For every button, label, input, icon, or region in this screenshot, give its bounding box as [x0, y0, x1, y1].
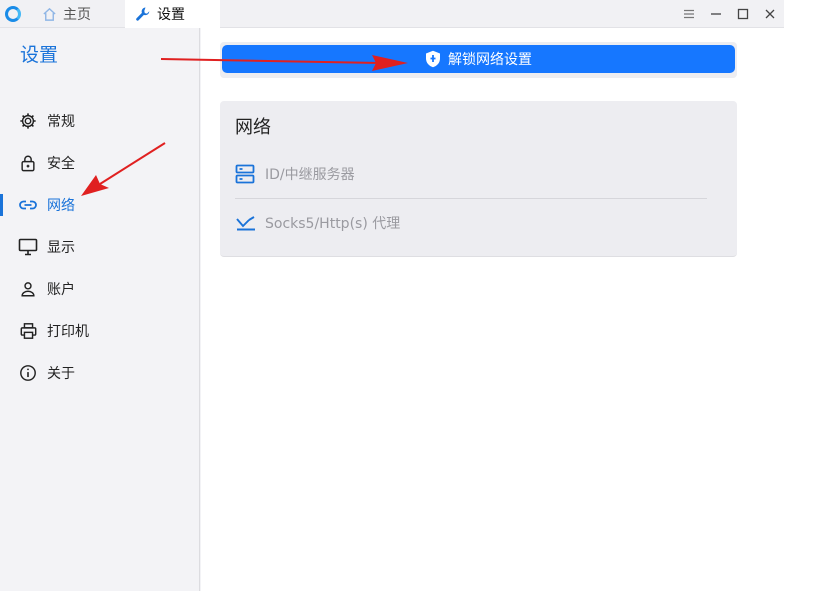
menu-icon[interactable]: [679, 4, 699, 24]
sidebar-item-printer[interactable]: 打印机: [0, 314, 199, 348]
sidebar-item-account[interactable]: 账户: [0, 272, 199, 306]
network-card: 网络 ID/中继服务器 Socks5/Http(s) 代理: [220, 101, 737, 257]
main-panel: 解锁网络设置 网络 ID/中继服务器 Socks5/Http(s) 代理: [201, 28, 784, 591]
wrench-icon: [136, 7, 150, 21]
sidebar-item-label: 显示: [47, 240, 75, 256]
gear-icon: [18, 111, 38, 131]
app-logo-icon: [5, 6, 21, 22]
app-window: 主页 设置 设置 常规 安全 网络 显示 账户 打印机 关于 解锁网络设置 网络…: [0, 0, 784, 591]
id-relay-server-item[interactable]: ID/中继服务器: [235, 159, 707, 189]
title-bar: 主页 设置: [0, 0, 784, 28]
unlock-button-label: 解锁网络设置: [448, 52, 532, 68]
maximize-icon[interactable]: [733, 4, 753, 24]
home-icon: [43, 7, 56, 21]
tab-home[interactable]: 主页: [32, 0, 122, 28]
shield-icon: [426, 50, 440, 68]
sidebar-item-label: 关于: [47, 366, 75, 382]
sidebar-item-label: 打印机: [47, 324, 89, 340]
sidebar-title: 设置: [20, 44, 59, 66]
unlock-network-settings-button[interactable]: 解锁网络设置: [222, 45, 735, 73]
sidebar-item-label: 常规: [47, 114, 75, 130]
info-icon: [18, 363, 38, 383]
server-icon: [235, 164, 259, 184]
tab-home-label: 主页: [63, 7, 91, 23]
minimize-icon[interactable]: [706, 4, 726, 24]
sidebar-item-label: 网络: [47, 198, 75, 214]
sidebar-item-about[interactable]: 关于: [0, 356, 199, 390]
card-title: 网络: [235, 117, 271, 138]
tab-settings-label: 设置: [157, 7, 185, 23]
sidebar-item-general[interactable]: 常规: [0, 104, 199, 138]
close-icon[interactable]: [760, 4, 780, 24]
printer-icon: [18, 321, 38, 341]
row-label: Socks5/Http(s) 代理: [265, 216, 401, 232]
sidebar-item-label: 安全: [47, 156, 75, 172]
user-icon: [18, 279, 38, 299]
row-label: ID/中继服务器: [265, 167, 355, 183]
divider: [235, 198, 707, 199]
proxy-icon: [235, 214, 259, 232]
socks5-proxy-item[interactable]: Socks5/Http(s) 代理: [235, 208, 707, 238]
sidebar: 设置 常规 安全 网络 显示 账户 打印机 关于: [0, 28, 200, 591]
unlock-bar: 解锁网络设置: [220, 42, 737, 78]
sidebar-item-label: 账户: [47, 282, 75, 298]
sidebar-item-security[interactable]: 安全: [0, 146, 199, 180]
link-icon: [18, 195, 38, 215]
sidebar-item-network[interactable]: 网络: [0, 188, 199, 222]
sidebar-item-display[interactable]: 显示: [0, 230, 199, 264]
lock-icon: [18, 153, 38, 173]
tab-settings[interactable]: 设置: [125, 0, 220, 28]
monitor-icon: [18, 237, 38, 257]
